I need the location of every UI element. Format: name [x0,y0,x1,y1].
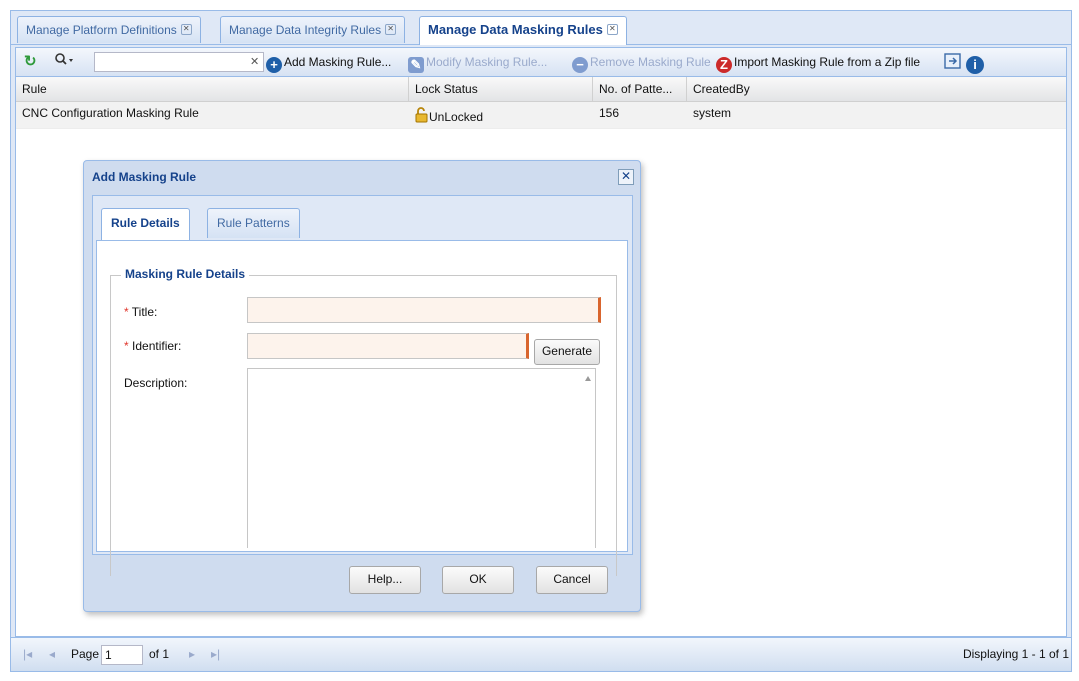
lock-status-text: UnLocked [429,110,484,124]
scroll-up-icon[interactable] [585,376,591,381]
help-button[interactable]: Help... [349,566,421,594]
remove-icon: − [572,57,588,73]
paging-toolbar: |◂ ◂ Page 1 of 1 ▸ ▸| Displaying 1 - 1 o… [11,637,1071,671]
close-icon[interactable]: ✕ [606,24,618,35]
add-icon: + [266,57,282,73]
remove-masking-rule-label: Remove Masking Rule [590,55,711,69]
search-options-icon[interactable] [54,52,76,72]
dialog-title: Add Masking Rule [92,170,197,184]
tab-manage-data-integrity-rules[interactable]: Manage Data Integrity Rules ✕ [220,16,406,43]
title-label: * Title: [124,305,157,319]
page-label: Page [71,647,100,661]
fieldset-legend: Masking Rule Details [121,267,250,281]
add-masking-rule-button[interactable]: + Add Masking Rule... [266,52,392,73]
tab-label: Manage Platform Definitions [26,23,177,37]
description-textarea[interactable] [247,368,596,548]
zip-icon: Z [716,57,732,73]
tab-rule-details[interactable]: Rule Details [101,208,190,240]
export-icon[interactable] [944,52,962,72]
column-header-created-by[interactable]: CreatedBy [687,77,1070,101]
cell-rule: CNC Configuration Masking Rule [22,106,199,120]
add-masking-rule-label: Add Masking Rule... [284,55,392,69]
import-masking-rule-button[interactable]: Z Import Masking Rule from a Zip file [716,52,921,73]
page-count: of 1 [149,647,170,661]
clear-search-icon[interactable]: ✕ [250,52,259,72]
magnifier-icon [55,53,73,65]
modify-masking-rule-button[interactable]: ✎ Modify Masking Rule... [408,52,548,73]
ok-button[interactable]: OK [442,566,514,594]
generate-button[interactable]: Generate [534,339,600,365]
import-masking-rule-label: Import Masking Rule from a Zip file [734,55,921,69]
close-icon[interactable]: ✕ [385,24,397,35]
last-page-icon[interactable]: ▸| [211,638,220,671]
tab-manage-platform-definitions[interactable]: Manage Platform Definitions ✕ [17,16,201,43]
tab-label: Manage Data Integrity Rules [229,23,382,37]
cell-created-by: system [693,106,732,120]
prev-page-icon[interactable]: ◂ [49,638,55,671]
refresh-icon[interactable]: ↻ [24,52,37,72]
required-marker: * [124,305,129,319]
tab-manage-data-masking-rules[interactable]: Manage Data Masking Rules ✕ [419,16,627,45]
unlock-icon [415,107,428,123]
tab-bar: Manage Platform Definitions ✕ Manage Data… [11,11,1071,45]
modify-masking-rule-label: Modify Masking Rule... [426,55,548,69]
required-marker: * [124,339,129,353]
remove-masking-rule-button[interactable]: − Remove Masking Rule [572,52,711,73]
column-header-patterns[interactable]: No. of Patte... [593,77,687,101]
identifier-label-text: Identifier: [132,339,182,353]
description-label: Description: [124,376,188,390]
identifier-input[interactable] [247,333,529,359]
modify-icon: ✎ [408,57,424,73]
display-count: Displaying 1 - 1 of 1 [962,647,1069,661]
tab-label: Manage Data Masking Rules [428,22,603,37]
cell-patterns: 156 [599,106,620,120]
next-page-icon[interactable]: ▸ [189,638,195,671]
first-page-icon[interactable]: |◂ [23,638,32,671]
info-icon[interactable]: i [966,52,986,74]
toolbar: ↻ ✕ + Add Masking Rule... ✎ Modify Masking… [16,48,1066,77]
close-icon[interactable]: ✕ [618,169,634,185]
column-header-lock-status[interactable]: Lock Status [409,77,593,101]
title-label-text: Title: [131,305,158,319]
search-input[interactable] [94,52,264,72]
cell-lock-status: UnLocked [409,102,483,128]
column-header-rule[interactable]: Rule [16,77,409,101]
close-icon[interactable]: ✕ [180,24,192,35]
add-masking-rule-dialog: Add Masking Rule ✕ Rule Details Rule Pat… [83,160,641,612]
cancel-button[interactable]: Cancel [536,566,608,594]
table-row[interactable]: CNC Configuration Masking Rule UnLocked … [16,102,1066,129]
identifier-label: * Identifier: [124,339,181,353]
page-number-input[interactable]: 1 [101,645,143,665]
title-input[interactable] [247,297,601,323]
tab-rule-patterns[interactable]: Rule Patterns [207,208,300,238]
grid-header: Rule Lock Status No. of Patte... Created… [16,77,1066,102]
